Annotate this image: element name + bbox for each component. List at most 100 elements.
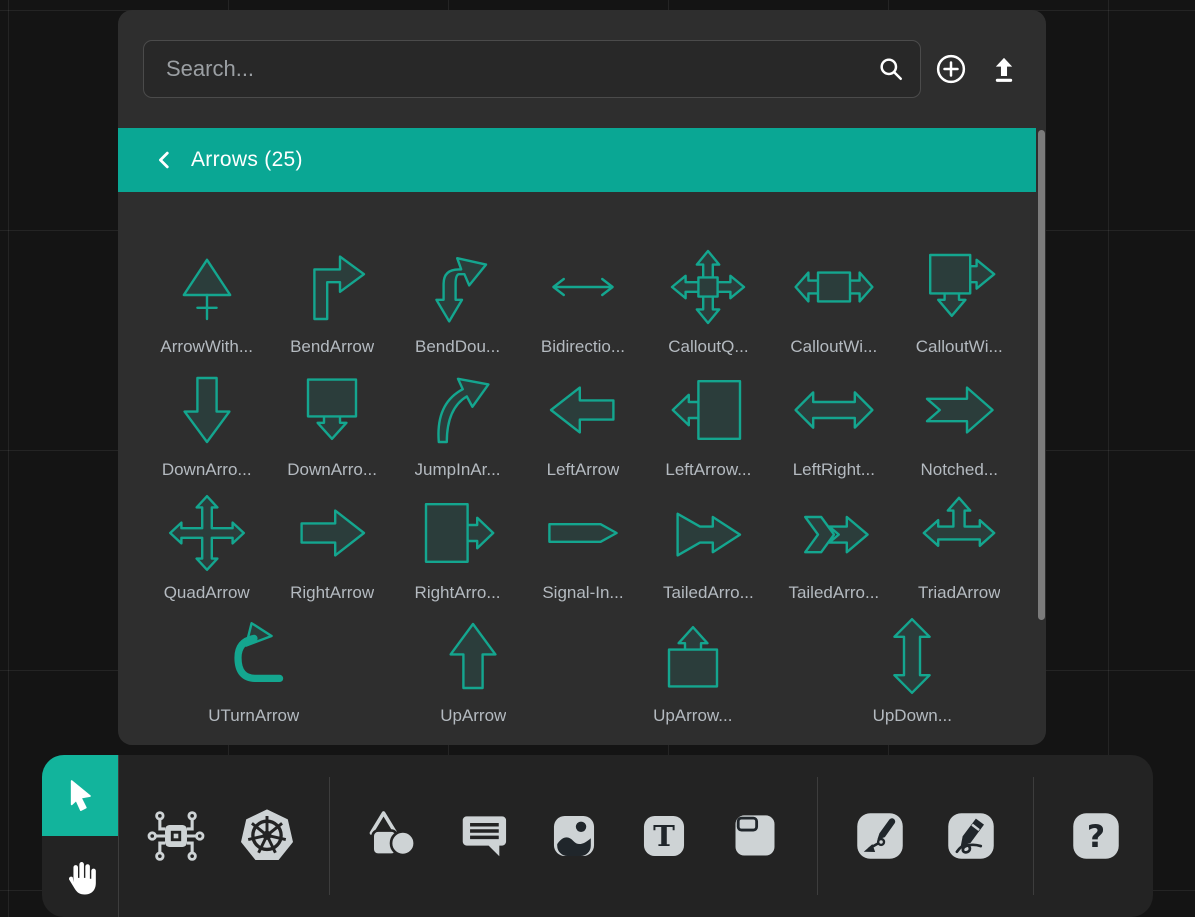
upload-library-button[interactable] xyxy=(984,49,1024,89)
circuit-icon xyxy=(145,805,207,867)
up-down-arrow xyxy=(856,613,968,699)
select-tool-button[interactable] xyxy=(42,755,118,836)
text-tool-button[interactable]: T xyxy=(635,803,693,869)
note-tool-button[interactable] xyxy=(726,803,784,869)
quad-arrow xyxy=(151,490,263,576)
right-arrow-callout xyxy=(402,490,514,576)
kubernetes-icon xyxy=(235,804,299,868)
shape-item-callout-down-right-arrow[interactable]: CalloutWi... xyxy=(900,244,1018,357)
shape-item-quad-arrow[interactable]: QuadArrow xyxy=(148,490,266,603)
pointer-tool-group xyxy=(42,755,118,917)
kubernetes-shapes-button[interactable] xyxy=(238,803,296,869)
svg-text:T: T xyxy=(654,819,676,853)
shape-item-down-arrow[interactable]: DownArro... xyxy=(148,367,266,480)
left-arrow xyxy=(527,367,639,453)
shape-label: UpArrow... xyxy=(653,706,732,726)
tailed-arrow xyxy=(652,490,764,576)
shape-label: LeftRight... xyxy=(793,460,875,480)
toolbar-tools: T ? xyxy=(118,755,1153,917)
note-icon xyxy=(729,810,781,862)
pen-scribble-icon xyxy=(945,810,997,862)
shape-item-down-arrow-callout[interactable]: DownArro... xyxy=(273,367,391,480)
up-arrow xyxy=(417,613,529,699)
comment-tool-button[interactable] xyxy=(454,803,512,869)
toolbar-divider xyxy=(817,777,818,895)
shape-label: Signal-In... xyxy=(542,583,623,603)
shape-item-right-arrow[interactable]: RightArrow xyxy=(273,490,391,603)
image-tool-button[interactable] xyxy=(545,803,603,869)
shape-item-left-arrow-callout[interactable]: LeftArrow... xyxy=(649,367,767,480)
notched-right-arrow xyxy=(903,367,1015,453)
basic-shapes-button[interactable] xyxy=(363,803,421,869)
help-button[interactable]: ? xyxy=(1067,803,1125,869)
jump-in-arrow xyxy=(402,367,514,453)
shape-item-notched-right-arrow[interactable]: Notched... xyxy=(900,367,1018,480)
shape-label: LeftArrow xyxy=(547,460,620,480)
search-input[interactable] xyxy=(144,56,878,82)
toolbar-divider xyxy=(1033,777,1034,895)
bend-double-arrow xyxy=(402,244,514,330)
u-turn-arrow xyxy=(198,613,310,699)
add-library-button[interactable] xyxy=(931,49,971,89)
shape-label: RightArro... xyxy=(415,583,501,603)
pen-arrow-icon xyxy=(854,810,906,862)
image-icon xyxy=(548,810,600,862)
shape-label: BendDou... xyxy=(415,337,500,357)
shape-item-callout-quad-arrow[interactable]: CalloutQ... xyxy=(649,244,767,357)
shape-item-left-arrow[interactable]: LeftArrow xyxy=(524,367,642,480)
shape-item-tailed-arrow[interactable]: TailedArro... xyxy=(649,490,767,603)
chevron-left-icon xyxy=(154,148,176,172)
freehand-pen-tool-button[interactable] xyxy=(942,803,1000,869)
shape-grid: ArrowWith... BendArrow BendDou... Bidirecti… xyxy=(118,192,1046,736)
shape-label: DownArro... xyxy=(162,460,252,480)
shape-label: CalloutWi... xyxy=(916,337,1003,357)
shape-item-up-arrow[interactable]: UpArrow xyxy=(414,613,532,726)
category-title: Arrows (25) xyxy=(191,148,303,172)
shape-item-up-arrow-callout[interactable]: UpArrow... xyxy=(634,613,752,726)
tailed-arrow-notched xyxy=(778,490,890,576)
down-arrow xyxy=(151,367,263,453)
bottom-toolbar: T ? xyxy=(42,755,1153,917)
category-header-back[interactable]: Arrows (25) xyxy=(118,128,1036,192)
panel-scrollbar[interactable] xyxy=(1038,130,1045,620)
shape-label: JumpInAr... xyxy=(415,460,501,480)
shape-label: TailedArro... xyxy=(788,583,879,603)
search-icon xyxy=(878,56,904,82)
left-arrow-callout xyxy=(652,367,764,453)
shape-label: RightArrow xyxy=(290,583,374,603)
comment-icon xyxy=(456,809,510,863)
shape-item-tailed-arrow-notched[interactable]: TailedArro... xyxy=(775,490,893,603)
shape-item-arrow-with-stem[interactable]: ArrowWith... xyxy=(148,244,266,357)
svg-text:?: ? xyxy=(1087,819,1105,855)
toolbar-divider xyxy=(329,777,330,895)
bend-arrow xyxy=(276,244,388,330)
shape-label: CalloutWi... xyxy=(790,337,877,357)
right-arrow xyxy=(276,490,388,576)
text-icon: T xyxy=(638,810,690,862)
shape-item-up-down-arrow[interactable]: UpDown... xyxy=(853,613,971,726)
shape-list-area: ArrowWith... BendArrow BendDou... Bidirecti… xyxy=(118,192,1046,745)
shape-item-callout-left-right-arrow[interactable]: CalloutWi... xyxy=(775,244,893,357)
shape-item-bend-double-arrow[interactable]: BendDou... xyxy=(399,244,517,357)
shape-item-left-right-arrow[interactable]: LeftRight... xyxy=(775,367,893,480)
shape-item-jump-in-arrow[interactable]: JumpInAr... xyxy=(399,367,517,480)
shape-label: Bidirectio... xyxy=(541,337,625,357)
shape-item-triad-arrow[interactable]: TriadArrow xyxy=(900,490,1018,603)
shape-label: ArrowWith... xyxy=(160,337,253,357)
pan-tool-button[interactable] xyxy=(42,836,118,917)
app-window: Arrows (25) ArrowWith... BendArrow BendDou… xyxy=(0,0,1195,917)
shape-item-signal-in[interactable]: Signal-In... xyxy=(524,490,642,603)
shape-item-bidirectional-arrow[interactable]: Bidirectio... xyxy=(524,244,642,357)
arrow-with-stem xyxy=(151,244,263,330)
shape-library-panel: Arrows (25) ArrowWith... BendArrow BendDou… xyxy=(118,10,1046,745)
shape-label: UpArrow xyxy=(440,706,506,726)
callout-quad-arrow xyxy=(652,244,764,330)
shape-label: CalloutQ... xyxy=(668,337,748,357)
shape-item-bend-arrow[interactable]: BendArrow xyxy=(273,244,391,357)
shape-item-right-arrow-callout[interactable]: RightArro... xyxy=(399,490,517,603)
shape-item-u-turn-arrow[interactable]: UTurnArrow xyxy=(195,613,313,726)
shape-label: TailedArro... xyxy=(663,583,754,603)
triad-arrow xyxy=(903,490,1015,576)
connector-pen-tool-button[interactable] xyxy=(851,803,909,869)
infrastructure-shapes-button[interactable] xyxy=(147,803,205,869)
